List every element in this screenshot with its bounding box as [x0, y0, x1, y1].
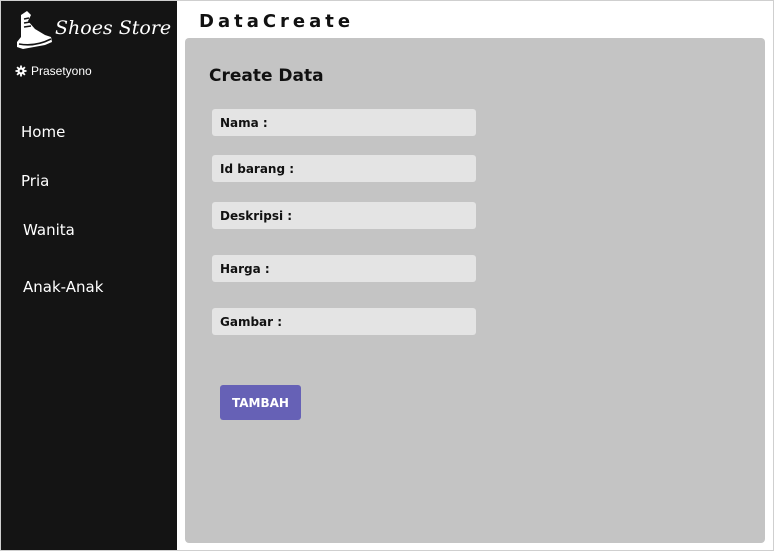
id-barang-input[interactable] [294, 155, 476, 182]
sidebar-item-anak-anak[interactable]: Anak-Anak [23, 278, 103, 296]
form-title: Create Data [209, 66, 324, 86]
shoe-icon [17, 11, 52, 49]
gear-icon [15, 65, 27, 77]
tambah-button[interactable]: TAMBAH [220, 385, 301, 420]
brand-logo[interactable]: Shoes Store [15, 9, 175, 53]
nama-label: Nama : [220, 115, 268, 130]
nama-field[interactable]: Nama : [212, 109, 476, 136]
page-title: DataCreate [199, 11, 355, 32]
gambar-input[interactable] [282, 308, 476, 335]
sidebar-item-pria[interactable]: Pria [21, 172, 49, 190]
harga-label: Harga : [220, 261, 270, 276]
deskripsi-field[interactable]: Deskripsi : [212, 202, 476, 229]
harga-field[interactable]: Harga : [212, 255, 476, 282]
harga-input[interactable] [269, 255, 476, 282]
create-form-panel: Create Data Nama : Id barang : Deskripsi… [185, 38, 765, 543]
sidebar-item-wanita[interactable]: Wanita [23, 221, 75, 239]
user-info: Prasetyono [15, 64, 92, 78]
nama-input[interactable] [267, 109, 476, 136]
gambar-field[interactable]: Gambar : [212, 308, 476, 335]
gambar-label: Gambar : [220, 314, 283, 329]
deskripsi-label: Deskripsi : [220, 208, 293, 223]
user-name: Prasetyono [31, 64, 92, 78]
brand-name: Shoes Store [55, 17, 172, 39]
sidebar-item-home[interactable]: Home [21, 123, 65, 141]
sidebar: Shoes Store Prasetyono Home Pria Wanita … [1, 1, 177, 550]
id-barang-label: Id barang : [220, 161, 295, 176]
id-barang-field[interactable]: Id barang : [212, 155, 476, 182]
deskripsi-input[interactable] [292, 202, 476, 229]
